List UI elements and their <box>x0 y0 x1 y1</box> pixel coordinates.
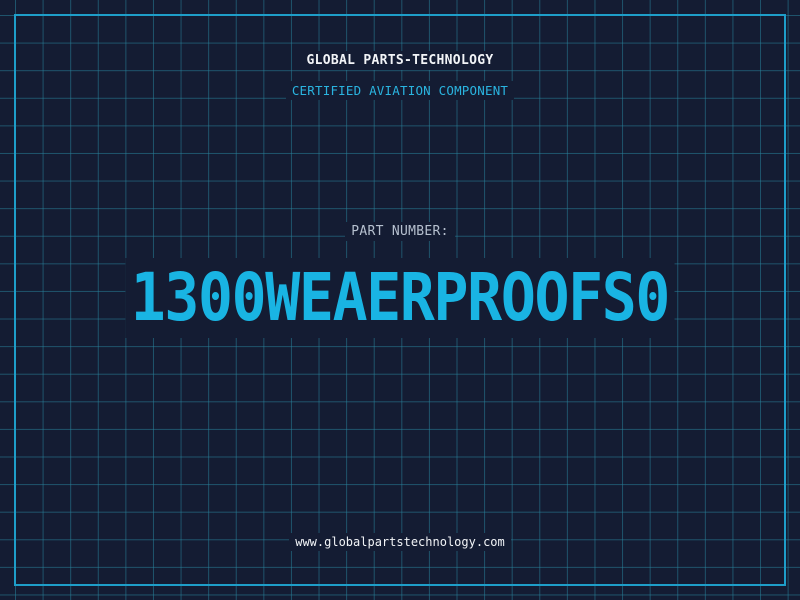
part-number-container: 1300WEAERPROOFS0 <box>0 258 800 338</box>
website-url: www.globalpartstechnology.com <box>0 531 800 551</box>
part-number-label: PART NUMBER: <box>0 220 800 241</box>
part-number-value: 1300WEAERPROOFS0 <box>125 258 675 338</box>
certification-subtitle: CERTIFIED AVIATION COMPONENT <box>0 80 800 100</box>
certification-subtitle-text: CERTIFIED AVIATION COMPONENT <box>285 81 515 100</box>
company-name-text: GLOBAL PARTS-TECHNOLOGY <box>300 51 500 70</box>
company-name: GLOBAL PARTS-TECHNOLOGY <box>0 49 800 70</box>
part-number-label-text: PART NUMBER: <box>345 222 455 241</box>
website-url-text: www.globalpartstechnology.com <box>289 533 511 551</box>
